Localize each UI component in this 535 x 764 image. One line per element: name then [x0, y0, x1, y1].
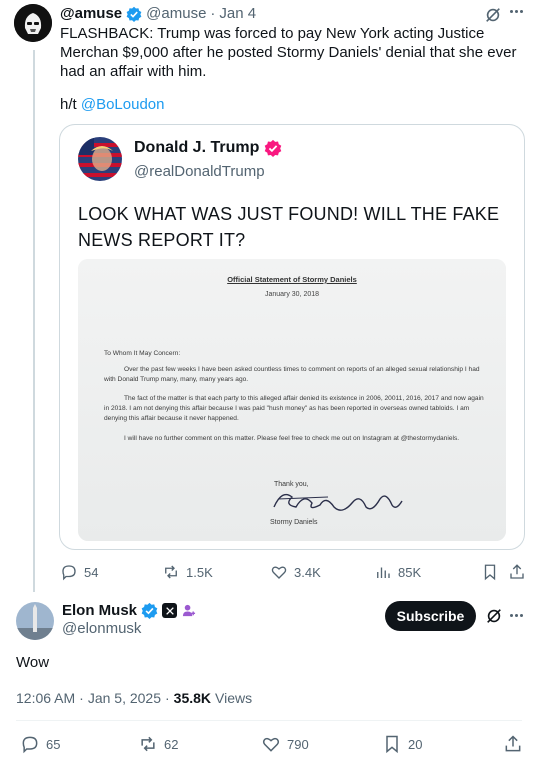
grok-icon[interactable]	[485, 607, 503, 630]
tweet-time[interactable]: 12:06 AM	[16, 690, 75, 706]
more-options-icon[interactable]	[510, 10, 523, 13]
repost-icon	[141, 736, 155, 752]
verified-badge-icon	[126, 6, 142, 22]
views-label: Views	[215, 690, 253, 706]
main-tweet-header: Elon Musk	[62, 602, 196, 619]
subscribe-button[interactable]: Subscribe	[385, 601, 476, 631]
author-display-name[interactable]: Elon Musk	[62, 602, 137, 619]
bookmark-icon	[484, 564, 496, 581]
like-button[interactable]: 3.4K	[270, 563, 321, 581]
repost-icon	[165, 565, 177, 579]
share-icon	[510, 564, 524, 579]
reply-count: 54	[84, 564, 99, 580]
reply-button[interactable]: 65	[20, 734, 60, 754]
quote-author-handle[interactable]: @realDonaldTrump	[134, 163, 265, 180]
document-title: Official Statement of Stormy Daniels	[227, 275, 357, 284]
repost-button[interactable]: 62	[138, 734, 178, 754]
hat-tip-prefix: h/t	[60, 96, 77, 113]
views-count: 85K	[398, 564, 422, 580]
reply-button[interactable]: 54	[60, 563, 98, 581]
share-button[interactable]	[503, 734, 523, 759]
bookmark-icon	[386, 735, 398, 754]
bookmark-button[interactable]	[481, 563, 499, 586]
tweet-date[interactable]: Jan 4	[219, 5, 256, 22]
document-paragraph-1: Over the past few weeks I have been aske…	[104, 366, 480, 383]
quoted-tweet-card[interactable]: Donald J. Trump @realDonaldTrump LOOK WH…	[59, 124, 525, 550]
main-author-handle[interactable]: @elonmusk	[62, 620, 141, 637]
author-display-name[interactable]: @amuse	[60, 5, 122, 22]
author-handle[interactable]: @amuse	[146, 5, 206, 22]
document-paragraph-2: The fact of the matter is that each part…	[104, 395, 484, 422]
document-signer-name: Stormy Daniels	[270, 519, 318, 526]
verified-badge-icon	[264, 139, 282, 157]
amuse-avatar[interactable]	[14, 4, 52, 42]
bookmark-count: 20	[408, 736, 423, 752]
quote-header: Donald J. Trump	[134, 139, 282, 157]
hat-tip-line: h/t @BoLoudon	[60, 95, 165, 114]
thread-connector	[33, 50, 35, 592]
divider	[16, 720, 522, 721]
quote-author-name[interactable]: Donald J. Trump	[134, 139, 259, 157]
parent-tweet-text: FLASHBACK: Trump was forced to pay New Y…	[60, 25, 517, 80]
share-icon	[505, 735, 521, 752]
quote-text: LOOK WHAT WAS JUST FOUND! WILL THE FAKE …	[78, 204, 500, 250]
x-affiliation-icon[interactable]	[162, 603, 178, 618]
bookmark-button[interactable]: 20	[382, 734, 422, 754]
like-count: 790	[287, 736, 309, 752]
verified-badge-icon	[141, 602, 158, 619]
reply-icon	[22, 736, 38, 754]
heart-icon	[262, 737, 280, 752]
like-button[interactable]: 790	[261, 734, 309, 754]
document-paragraph-3: I will have no further comment on this m…	[124, 435, 460, 442]
document-date: January 30, 2018	[264, 291, 320, 298]
tweet-date[interactable]: Jan 5, 2025	[88, 690, 161, 706]
parent-tweet-header: @amuse @amuse · Jan 4	[60, 5, 256, 22]
repost-count: 1.5K	[186, 564, 213, 580]
more-options-icon[interactable]	[510, 614, 523, 617]
statement-document-image[interactable]: Official Statement of Stormy Daniels Jan…	[78, 259, 506, 541]
trump-avatar[interactable]	[78, 137, 122, 181]
analytics-icon	[377, 567, 390, 578]
heart-icon	[271, 566, 287, 579]
repost-count: 62	[164, 736, 179, 752]
tweet-metadata: 12:06 AM · Jan 5, 2025 · 35.8K Views	[16, 690, 252, 706]
hat-tip-mention-link[interactable]: @BoLoudon	[81, 96, 165, 113]
elon-avatar[interactable]	[16, 602, 54, 640]
reply-icon	[62, 565, 76, 581]
views-count: 35.8K	[173, 690, 212, 706]
government-affiliation-icon[interactable]	[181, 603, 196, 618]
repost-button[interactable]: 1.5K	[162, 563, 213, 581]
document-salutation: To Whom It May Concern:	[104, 350, 181, 357]
dot-separator: ·	[79, 690, 84, 706]
share-button[interactable]	[508, 563, 526, 586]
stormtrooper-icon	[14, 4, 52, 42]
dot-separator: ·	[210, 5, 216, 22]
reply-count: 65	[46, 736, 61, 752]
like-count: 3.4K	[294, 564, 321, 580]
flag-portrait-icon	[78, 137, 122, 181]
dot-separator: ·	[165, 690, 170, 706]
views-button[interactable]: 85K	[374, 563, 421, 581]
main-tweet-text: Wow	[16, 654, 50, 671]
rocket-photo-icon	[16, 602, 54, 640]
